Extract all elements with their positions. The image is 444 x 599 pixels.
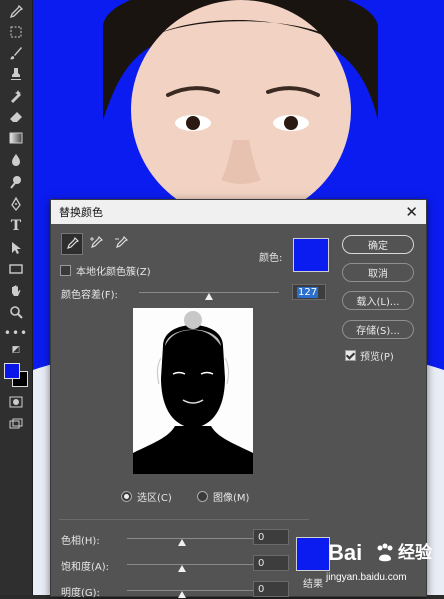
type-icon[interactable]: T — [4, 216, 28, 236]
paw-icon — [377, 543, 393, 562]
eyedropper-icon[interactable] — [61, 233, 83, 255]
eyedropper-plus-icon[interactable] — [86, 233, 106, 253]
image-radio[interactable] — [197, 491, 208, 502]
ok-button[interactable]: 确定 — [342, 235, 414, 254]
foreground-color-swatch[interactable] — [4, 363, 20, 379]
gradient-icon[interactable] — [4, 128, 28, 148]
more-icon[interactable]: ••• — [4, 323, 28, 343]
close-icon[interactable]: ✕ — [405, 203, 418, 221]
color-label: 颜色: — [259, 253, 283, 264]
fuzziness-slider-thumb[interactable] — [205, 293, 213, 300]
baidu-brand-cn: 经验 — [398, 543, 432, 563]
watermark-url: jingyan.baidu.com — [326, 572, 407, 583]
hue-slider-thumb[interactable] — [178, 539, 186, 546]
saturation-input[interactable]: 0 — [253, 555, 289, 571]
quick-mask-icon[interactable] — [4, 392, 28, 412]
selection-radio[interactable] — [121, 491, 132, 502]
fuzziness-label: 颜色容差(F): — [61, 290, 118, 301]
zoom-icon[interactable] — [4, 302, 28, 322]
fuzziness-input[interactable]: 127 — [292, 284, 326, 300]
image-radio-label: 图像(M) — [213, 493, 250, 504]
result-label: 结果 — [303, 579, 323, 590]
tools-panel: T ••• ◩ — [0, 0, 33, 595]
eyedropper-icon[interactable] — [4, 2, 28, 22]
saturation-label: 饱和度(A): — [61, 562, 110, 573]
replace-color-dialog: 替换颜色 ✕ 本地化颜色簇(Z) 颜色: 颜色容差(F): 127 确定 取消 … — [50, 199, 427, 599]
stamp-icon[interactable] — [4, 64, 28, 84]
dodge-icon[interactable] — [4, 172, 28, 192]
eraser-icon[interactable] — [4, 107, 28, 127]
selected-color-swatch[interactable] — [293, 238, 329, 272]
save-button[interactable]: 存储(S)... — [342, 320, 414, 339]
pen-icon[interactable] — [4, 194, 28, 214]
cancel-button[interactable]: 取消 — [342, 263, 414, 282]
hue-input[interactable]: 0 — [253, 529, 289, 545]
hue-label: 色相(H): — [61, 536, 100, 547]
localized-clusters-label: 本地化颜色簇(Z) — [76, 267, 151, 278]
healing-icon[interactable] — [4, 86, 28, 106]
selection-radio-label: 选区(C) — [137, 493, 172, 504]
eyedropper-minus-icon[interactable] — [111, 233, 131, 253]
default-colors-icon[interactable]: ◩ — [4, 344, 28, 356]
baidu-jingyan-watermark: Bai 经验 jingyan.baidu.com — [326, 540, 444, 595]
marquee-icon[interactable] — [4, 22, 28, 42]
selection-preview — [133, 308, 253, 474]
blur-icon[interactable] — [4, 150, 28, 170]
baidu-brand-text: Bai — [328, 540, 363, 565]
screen-mode-icon[interactable] — [4, 414, 28, 434]
result-color-swatch[interactable] — [296, 537, 330, 571]
saturation-slider-thumb[interactable] — [178, 565, 186, 572]
brush-icon[interactable] — [4, 43, 28, 63]
section-divider — [59, 519, 309, 520]
rectangle-icon[interactable] — [4, 259, 28, 279]
dialog-titlebar: 替换颜色 ✕ — [51, 200, 426, 224]
preview-label: 预览(P) — [360, 352, 394, 363]
hand-icon[interactable] — [4, 281, 28, 301]
lightness-label: 明度(G): — [61, 588, 100, 599]
path-select-icon[interactable] — [4, 238, 28, 258]
preview-checkbox[interactable] — [345, 350, 356, 361]
localized-clusters-checkbox[interactable] — [60, 265, 71, 276]
dialog-title: 替换颜色 — [59, 206, 103, 219]
load-button[interactable]: 载入(L)... — [342, 291, 414, 310]
